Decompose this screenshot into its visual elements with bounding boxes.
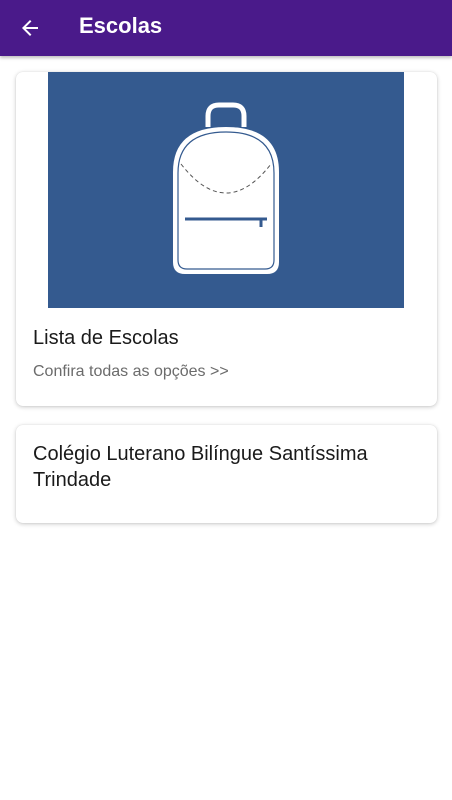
card-banner — [48, 72, 404, 308]
card-subtitle: Confira todas as opções >> — [33, 363, 229, 380]
backpack-icon — [173, 102, 279, 274]
school-name: Colégio Luterano Bilíngue Santíssima Tri… — [33, 443, 368, 491]
school-list-card[interactable]: Lista de Escolas Confira todas as opções… — [16, 72, 437, 406]
school-card[interactable]: Colégio Luterano Bilíngue Santíssima Tri… — [16, 425, 437, 523]
app-bar: Escolas — [0, 0, 452, 56]
arrow-left-icon — [22, 20, 38, 36]
page-title: Escolas — [79, 13, 163, 38]
card-title: Lista de Escolas — [33, 327, 179, 349]
back-button[interactable] — [16, 14, 44, 42]
